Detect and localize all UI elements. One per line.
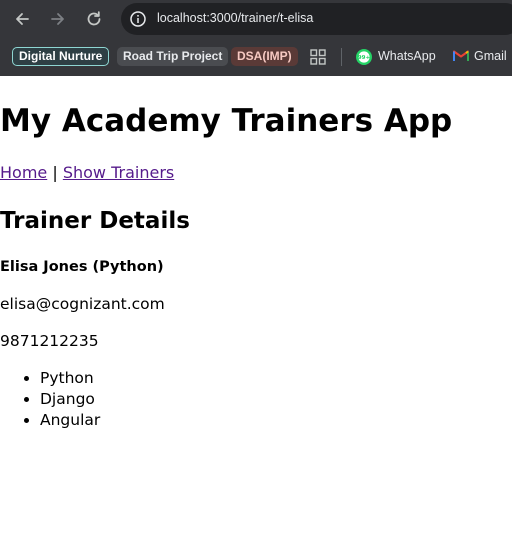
reload-icon [87, 11, 101, 26]
browser-chrome: localhost:3000/trainer/t-elisa Digital N… [0, 0, 512, 76]
browser-toolbar: localhost:3000/trainer/t-elisa [0, 0, 512, 38]
app-title: My Academy Trainers App [0, 103, 453, 139]
bookmark-road-trip-project[interactable]: Road Trip Project [117, 47, 229, 66]
address-bar[interactable]: localhost:3000/trainer/t-elisa [121, 3, 512, 35]
info-icon[interactable] [129, 10, 147, 28]
trainer-email: elisa@cognizant.com [0, 295, 165, 313]
nav-separator: | [52, 163, 58, 182]
skill-item: Angular [40, 410, 100, 431]
whatsapp-icon[interactable]: 99+ [355, 48, 373, 66]
app-nav: Home | Show Trainers [0, 163, 174, 183]
grid-icon[interactable] [310, 49, 326, 65]
reload-button[interactable] [83, 8, 105, 30]
home-link[interactable]: Home [0, 163, 47, 182]
skill-item: Django [40, 389, 100, 410]
page-content: My Academy Trainers App Home | Show Trai… [0, 76, 512, 550]
url-text[interactable]: localhost:3000/trainer/t-elisa [157, 11, 313, 25]
bookmarks-bar: Digital Nurture Road Trip Project DSA(IM… [0, 38, 512, 76]
trainer-phone: 9871212235 [0, 332, 99, 350]
show-trainers-link[interactable]: Show Trainers [63, 163, 174, 182]
skills-list: Python Django Angular [0, 368, 100, 431]
gmail-icon[interactable] [453, 49, 469, 62]
trainer-name-heading: Elisa Jones (Python) [0, 259, 164, 275]
bookmark-whatsapp[interactable]: WhatsApp [378, 47, 436, 66]
arrow-left-icon [16, 13, 29, 25]
arrow-right-icon [51, 13, 64, 25]
back-button[interactable] [11, 8, 33, 30]
whatsapp-badge: 99+ [358, 55, 371, 61]
forward-button[interactable] [47, 8, 69, 30]
bookmark-dsa-imp[interactable]: DSA(IMP) [231, 47, 298, 66]
bookmarks-separator [341, 48, 342, 66]
bookmark-digital-nurture[interactable]: Digital Nurture [12, 47, 110, 66]
skill-item: Python [40, 368, 100, 389]
bookmark-gmail[interactable]: Gmail [474, 47, 507, 66]
section-title: Trainer Details [0, 208, 190, 234]
